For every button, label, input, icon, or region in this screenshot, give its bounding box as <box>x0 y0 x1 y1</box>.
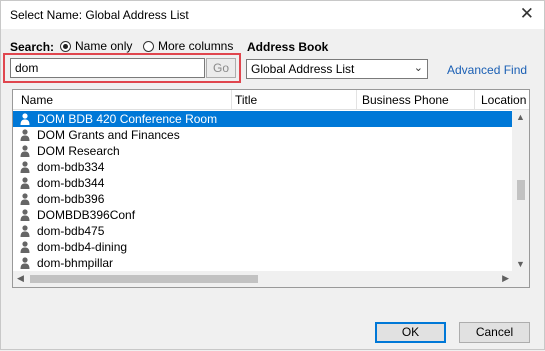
column-divider[interactable] <box>474 90 475 109</box>
list-item-name: dom-bdb344 <box>37 176 105 190</box>
vertical-scrollbar[interactable]: ▲ ▼ <box>512 110 529 271</box>
list-item-name: dom-bdb334 <box>37 160 105 174</box>
list-item-name: DOMBDB396Conf <box>37 208 136 222</box>
list-item-name: DOM Research <box>37 144 120 158</box>
person-icon <box>20 241 30 253</box>
list-item-name: dom-bdb396 <box>37 192 105 206</box>
person-icon <box>20 257 30 269</box>
list-item[interactable]: dom-bdb334 <box>13 159 513 175</box>
list-item[interactable]: dom-bdb344 <box>13 175 513 191</box>
column-divider[interactable] <box>356 90 357 109</box>
column-header-location[interactable]: Location <box>481 93 526 107</box>
title-bar: Select Name: Global Address List ✕ <box>0 0 545 29</box>
scroll-right-icon[interactable]: ▶ <box>502 273 509 284</box>
ok-button[interactable]: OK <box>375 322 446 343</box>
person-icon <box>20 145 30 157</box>
person-icon <box>20 193 30 205</box>
list-item-name: dom-bdb4-dining <box>37 240 128 254</box>
list-item[interactable]: DOM Grants and Finances <box>13 127 513 143</box>
search-label: Search: <box>10 40 55 54</box>
scrollbar-corner <box>513 271 529 287</box>
window-title: Select Name: Global Address List <box>10 8 189 22</box>
list-item-name: dom-bhmpillar <box>37 256 114 270</box>
address-book-label: Address Book <box>247 40 329 54</box>
person-icon <box>20 209 30 221</box>
list-item[interactable]: DOM Research <box>13 143 513 159</box>
radio-name-only[interactable]: Name only <box>60 39 132 53</box>
advanced-find-link[interactable]: Advanced Find <box>447 63 527 77</box>
person-icon <box>20 177 30 189</box>
column-header-title[interactable]: Title <box>235 93 257 107</box>
radio-name-only-label: Name only <box>75 39 133 53</box>
list-item[interactable]: DOMBDB396Conf <box>13 207 513 223</box>
list-item[interactable]: dom-bdb396 <box>13 191 513 207</box>
person-icon <box>20 129 30 141</box>
radio-name-only-indicator[interactable] <box>60 40 71 52</box>
chevron-down-icon[interactable]: ⌄ <box>414 61 423 74</box>
address-book-select[interactable]: Global Address List ⌄ <box>246 59 428 79</box>
radio-more-columns-label: More columns <box>158 39 234 53</box>
address-book-selected: Global Address List <box>251 62 355 76</box>
radio-more-columns[interactable]: More columns <box>143 39 233 53</box>
go-button[interactable]: Go <box>206 58 236 78</box>
column-divider[interactable] <box>231 90 232 109</box>
close-icon[interactable]: ✕ <box>520 5 534 23</box>
scroll-left-icon[interactable]: ◀ <box>17 273 24 284</box>
list-item[interactable]: dom-bdb475 <box>13 223 513 239</box>
horizontal-scrollbar[interactable]: ◀ ▶ <box>13 271 513 287</box>
person-icon <box>20 225 30 237</box>
cancel-button[interactable]: Cancel <box>459 322 530 343</box>
list-item-name: dom-bdb475 <box>37 224 105 238</box>
person-icon <box>20 113 30 125</box>
list-item[interactable]: dom-bhmpillar <box>13 255 513 271</box>
list-item[interactable]: DOM BDB 420 Conference Room <box>13 111 513 127</box>
scroll-up-icon[interactable]: ▲ <box>516 112 525 122</box>
list-item[interactable]: dom-bdb4-dining <box>13 239 513 255</box>
person-icon <box>20 161 30 173</box>
list-item-name: DOM Grants and Finances <box>37 128 180 142</box>
list-rows: DOM BDB 420 Conference Room DOM Grants an… <box>13 111 513 271</box>
radio-more-columns-indicator[interactable] <box>143 40 154 52</box>
scroll-down-icon[interactable]: ▼ <box>516 259 525 269</box>
horizontal-scroll-thumb[interactable] <box>30 275 258 283</box>
list-item-name: DOM BDB 420 Conference Room <box>37 112 218 126</box>
address-list[interactable]: Name Title Business Phone Location DOM B… <box>12 89 530 288</box>
column-header-name[interactable]: Name <box>21 93 53 107</box>
list-header: Name Title Business Phone Location <box>13 90 529 110</box>
column-header-business-phone[interactable]: Business Phone <box>362 93 449 107</box>
search-input[interactable] <box>10 58 205 78</box>
vertical-scroll-thumb[interactable] <box>517 180 525 200</box>
